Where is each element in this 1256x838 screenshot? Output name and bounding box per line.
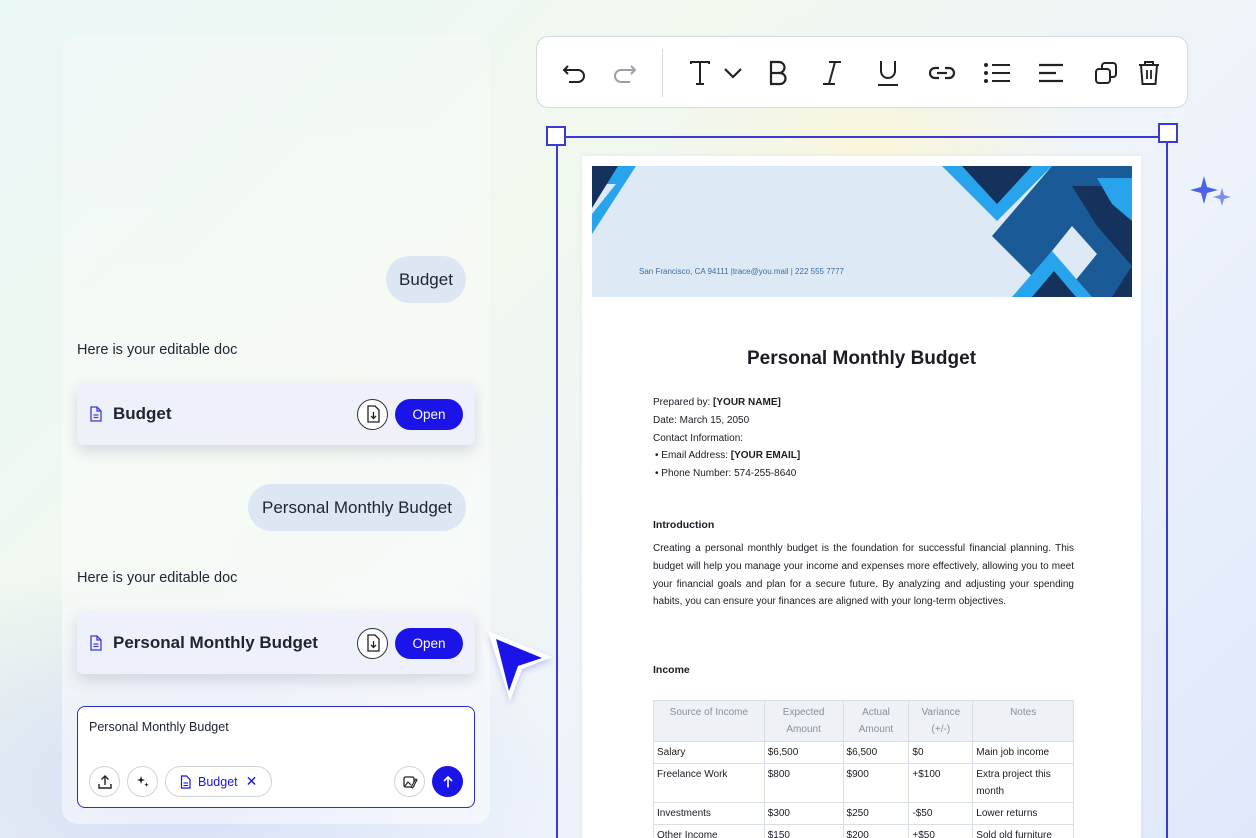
table-cell: $250: [842, 802, 910, 825]
table-cell: $6,500: [763, 741, 844, 764]
table-cell: +$100: [908, 763, 974, 803]
image-edit-icon: [402, 775, 418, 789]
user-message-bubble: Budget: [386, 256, 466, 303]
assistant-message: Here is your editable doc: [77, 570, 238, 586]
header-graphic: [592, 166, 1132, 297]
send-button[interactable]: [432, 766, 463, 797]
message-input[interactable]: Personal Monthly Budget: [89, 720, 229, 734]
document-icon: [180, 774, 192, 789]
doc-card-personal-monthly-budget[interactable]: Personal Monthly Budget Open: [77, 612, 475, 674]
table-row: Other Income $150 $200 +$50 Sold old fur…: [653, 824, 1074, 838]
table-cell: $900: [842, 763, 910, 803]
underline-icon[interactable]: [872, 57, 904, 89]
table-cell: $300: [763, 802, 844, 825]
pointer-cursor-icon: [488, 631, 552, 701]
document-title: Personal Monthly Budget: [746, 348, 977, 369]
table-cell: $200: [842, 824, 910, 838]
email-value: [YOUR EMAIL]: [730, 450, 801, 461]
resize-handle-top-right[interactable]: [1158, 123, 1178, 143]
doc-card-budget[interactable]: Budget Open: [77, 383, 475, 445]
introduction-paragraph: Creating a personal monthly budget is th…: [653, 543, 1074, 608]
table-cell: Salary: [653, 741, 765, 764]
income-table: Source of Income Expected Amount Actual …: [653, 700, 1074, 838]
user-message-bubble: Personal Monthly Budget: [248, 484, 466, 531]
document-page[interactable]: San Francisco, CA 94111 |trace@you.mail …: [582, 156, 1141, 838]
chevron-down-icon[interactable]: [717, 57, 749, 89]
prepared-by-value: [YOUR NAME]: [713, 397, 781, 408]
introduction-heading: Introduction: [653, 519, 715, 531]
undo-icon[interactable]: [559, 57, 591, 89]
table-cell: Freelance Work: [653, 763, 765, 803]
column-header: Variance (+/-): [908, 700, 974, 742]
table-cell: Sold old furniture: [972, 824, 1074, 838]
table-cell: Lower returns: [972, 802, 1074, 825]
table-cell: Investments: [653, 802, 765, 825]
table-cell: $150: [763, 824, 844, 838]
income-heading: Income: [653, 664, 690, 676]
attachment-chip-label: Budget: [198, 774, 238, 789]
download-doc-icon: [366, 405, 380, 423]
attachment-chip[interactable]: Budget ✕: [165, 766, 273, 797]
table-cell: Other Income: [653, 824, 765, 838]
close-icon[interactable]: ✕: [246, 773, 258, 790]
italic-icon[interactable]: [816, 57, 848, 89]
document-icon: [89, 406, 105, 422]
doc-card-title: Personal Monthly Budget: [113, 633, 318, 652]
table-cell: $0: [908, 741, 974, 764]
image-edit-button[interactable]: [394, 766, 425, 797]
sparkle-icon: [136, 775, 149, 787]
download-button[interactable]: [357, 627, 388, 659]
table-header-row: Source of Income Expected Amount Actual …: [653, 700, 1074, 742]
table-row: Freelance Work $800 $900 +$100 Extra pro…: [653, 763, 1074, 803]
download-button[interactable]: [357, 398, 388, 430]
table-cell: Main job income: [972, 741, 1074, 764]
email-label: • Email Address:: [655, 450, 728, 461]
prepared-by-label: Prepared by:: [653, 397, 711, 408]
document-header-banner: San Francisco, CA 94111 |trace@you.mail …: [592, 166, 1132, 297]
table-cell: -$50: [908, 802, 974, 825]
bold-icon[interactable]: [762, 57, 794, 89]
column-header: Actual Amount: [842, 700, 910, 742]
table-cell: +$50: [908, 824, 974, 838]
arrow-up-icon: [442, 775, 453, 787]
link-icon[interactable]: [926, 57, 958, 89]
upload-button[interactable]: [89, 766, 120, 797]
column-header: Notes: [972, 700, 1074, 742]
email-line: • Email Address: [YOUR EMAIL]: [655, 450, 800, 461]
table-row: Investments $300 $250 -$50 Lower returns: [653, 802, 1074, 825]
table-cell: Extra project this month: [972, 763, 1074, 803]
column-header: Source of Income: [653, 700, 765, 742]
delete-icon[interactable]: [1133, 57, 1165, 89]
duplicate-icon[interactable]: [1090, 57, 1122, 89]
doc-card-title: Budget: [113, 404, 172, 423]
upload-icon: [97, 774, 112, 789]
resize-handle-top-left[interactable]: [546, 126, 566, 146]
redo-icon[interactable]: [608, 57, 640, 89]
document-icon: [89, 635, 105, 651]
align-left-icon[interactable]: [1035, 57, 1067, 89]
date-line: Date: March 15, 2050: [653, 415, 750, 426]
ai-sparkle-button[interactable]: [127, 766, 158, 797]
bullet-list-icon[interactable]: [981, 57, 1013, 89]
formatting-toolbar: [536, 36, 1188, 108]
text-style-icon[interactable]: [684, 57, 716, 89]
toolbar-divider: [662, 49, 663, 97]
sparkle-icon: [1190, 176, 1231, 206]
contact-label: Contact Information:: [653, 433, 744, 444]
assistant-message: Here is your editable doc: [77, 342, 238, 358]
open-button[interactable]: Open: [395, 398, 463, 430]
open-button[interactable]: Open: [395, 627, 463, 659]
table-cell: $800: [763, 763, 844, 803]
column-header: Expected Amount: [763, 700, 844, 742]
table-row: Salary $6,500 $6,500 $0 Main job income: [653, 741, 1074, 764]
table-cell: $6,500: [842, 741, 910, 764]
download-doc-icon: [366, 634, 380, 652]
phone-line: • Phone Number: 574-255-8640: [655, 468, 797, 479]
header-address: San Francisco, CA 94111 |trace@you.mail …: [639, 267, 844, 276]
prepared-by-line: Prepared by: [YOUR NAME]: [653, 397, 781, 408]
message-composer[interactable]: Personal Monthly Budget Budget ✕: [77, 706, 475, 808]
